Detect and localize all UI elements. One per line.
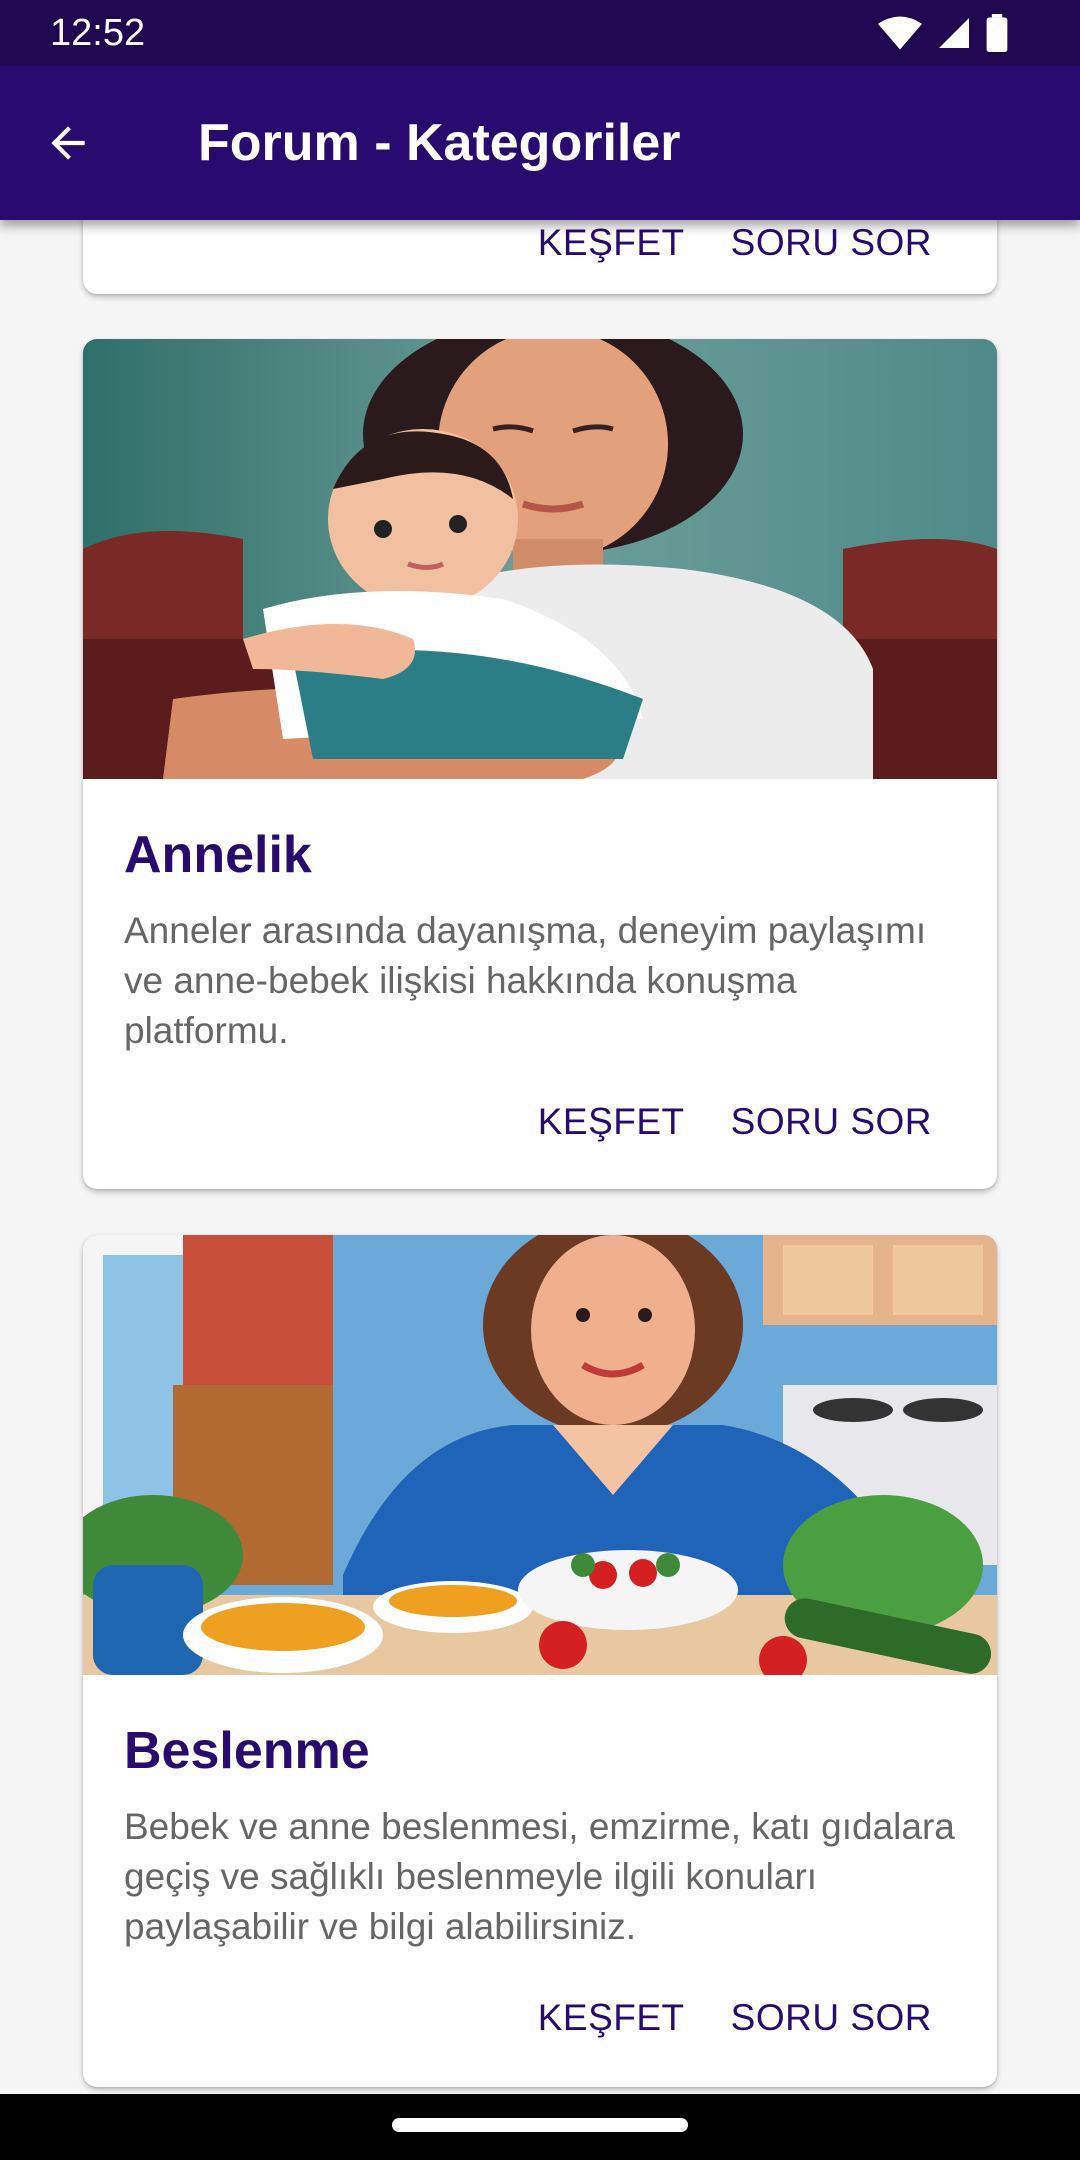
card-description: Bebek ve anne beslenmesi, emzirme, katı … xyxy=(124,1806,955,1947)
signal-icon xyxy=(939,18,969,48)
wifi-icon xyxy=(878,16,922,50)
back-button[interactable] xyxy=(32,107,104,179)
category-card-annelik[interactable]: Annelik Anneler arasında dayanışma, dene… xyxy=(83,339,997,1189)
explore-button[interactable]: KEŞFET xyxy=(538,1995,685,2041)
card-title: Annelik xyxy=(124,826,312,884)
app-bar: Forum - Kategoriler xyxy=(0,66,1080,220)
ask-question-button[interactable]: SORU SOR xyxy=(731,220,932,266)
arrow-left-icon xyxy=(51,126,85,160)
status-icons xyxy=(878,14,1008,52)
explore-button[interactable]: KEŞFET xyxy=(538,220,685,266)
card-description: Anneler arasında dayanışma, deneyim payl… xyxy=(124,910,927,1051)
ask-question-button[interactable]: SORU SOR xyxy=(731,1099,932,1145)
navigation-bar xyxy=(0,2094,1080,2160)
ask-question-button[interactable]: SORU SOR xyxy=(731,1995,932,2041)
card-image xyxy=(83,1235,997,1675)
category-card-beslenme[interactable]: Beslenme Bebek ve anne beslenmesi, emzir… xyxy=(83,1235,997,2087)
battery-icon xyxy=(986,14,1008,52)
page-title: Forum - Kategoriler xyxy=(198,114,681,172)
explore-button[interactable]: KEŞFET xyxy=(538,1099,685,1145)
card-actions: KEŞFET SORU SOR xyxy=(538,220,932,266)
mother-baby-illustration xyxy=(83,339,997,779)
card-title: Beslenme xyxy=(124,1722,370,1780)
nutrition-illustration xyxy=(83,1235,997,1675)
status-time: 12:52 xyxy=(50,12,146,54)
home-indicator[interactable] xyxy=(392,2118,688,2132)
card-actions: KEŞFET SORU SOR xyxy=(538,1995,932,2041)
category-list[interactable]: KEŞFET SORU SOR Annelik Anneler arasında… xyxy=(0,0,1080,2094)
card-image xyxy=(83,339,997,779)
status-bar: 12:52 xyxy=(0,0,1080,66)
card-actions: KEŞFET SORU SOR xyxy=(538,1099,932,1145)
